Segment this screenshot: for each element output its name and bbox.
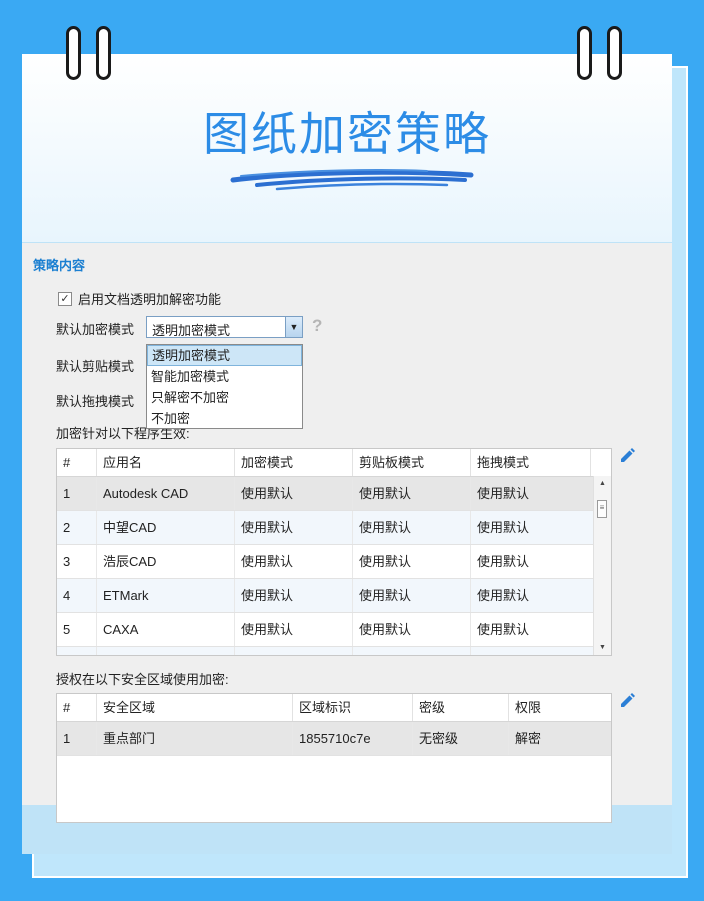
clipboard-mode-label: 默认剪贴模式 xyxy=(56,359,135,374)
policy-panel: 策略内容 ✓ 启用文档透明加解密功能 默认加密模式 透明加密模式 ▼ ? 默认剪… xyxy=(22,243,672,823)
pencil-icon[interactable] xyxy=(618,691,636,709)
table-row[interactable]: 2 中望CAD 使用默认 使用默认 使用默认 xyxy=(57,511,595,545)
table-cell: 使用默认 xyxy=(471,511,595,544)
zones-table: # 安全区域 区域标识 密级 权限 1 重点部门 1855710c7e 无密级 … xyxy=(56,693,612,823)
table-cell: 使用默认 xyxy=(353,613,471,646)
zones-table-body: 1 重点部门 1855710c7e 无密级 解密 xyxy=(57,722,611,756)
section-title: 策略内容 xyxy=(33,258,86,273)
column-header[interactable]: 安全区域 xyxy=(97,694,293,721)
table-cell xyxy=(57,647,97,655)
table-cell: 使用默认 xyxy=(471,545,595,578)
column-header[interactable]: 剪贴板模式 xyxy=(353,449,471,476)
column-header[interactable]: 密级 xyxy=(413,694,509,721)
encrypt-mode-dropdown: 透明加密模式 智能加密模式 只解密不加密 不加密 xyxy=(146,344,303,429)
table-cell: 使用默认 xyxy=(353,545,471,578)
enable-encryption-row[interactable]: ✓ 启用文档透明加解密功能 xyxy=(58,289,221,308)
column-header[interactable]: 拖拽模式 xyxy=(471,449,591,476)
table-cell: 重点部门 xyxy=(97,722,293,755)
binder-ring-icon xyxy=(607,26,622,80)
programs-table-header: # 应用名 加密模式 剪贴板模式 拖拽模式 xyxy=(57,449,611,477)
table-cell xyxy=(97,647,235,655)
table-row[interactable]: 4 ETMark 使用默认 使用默认 使用默认 xyxy=(57,579,595,613)
table-cell: 使用默认 xyxy=(235,579,353,612)
enable-encryption-checkbox[interactable]: ✓ xyxy=(58,291,72,306)
table-cell: 3 xyxy=(57,545,97,578)
scroll-thumb[interactable]: ≡ xyxy=(597,500,607,518)
table-cell xyxy=(353,647,471,655)
binder-ring-icon xyxy=(66,26,81,80)
question-icon[interactable]: ? xyxy=(312,316,322,336)
scroll-up-icon[interactable]: ▲ xyxy=(594,480,611,487)
table-cell xyxy=(471,647,595,655)
zones-label: 授权在以下安全区域使用加密: xyxy=(56,672,229,687)
table-row[interactable]: 3 浩辰CAD 使用默认 使用默认 使用默认 xyxy=(57,545,595,579)
column-header[interactable]: 应用名 xyxy=(97,449,235,476)
column-header[interactable]: # xyxy=(57,449,97,476)
drag-mode-label: 默认拖拽模式 xyxy=(56,394,135,409)
dropdown-option[interactable]: 透明加密模式 xyxy=(147,345,302,366)
column-header[interactable]: 加密模式 xyxy=(235,449,353,476)
table-cell: 使用默认 xyxy=(471,579,595,612)
table-row[interactable]: 5 CAXA 使用默认 使用默认 使用默认 xyxy=(57,613,595,647)
dropdown-option[interactable]: 不加密 xyxy=(147,408,302,429)
triangle-down-icon[interactable]: ▼ xyxy=(285,317,302,337)
dropdown-option[interactable]: 智能加密模式 xyxy=(147,366,302,387)
table-cell: 使用默认 xyxy=(471,477,595,510)
table-row[interactable]: 1 重点部门 1855710c7e 无密级 解密 xyxy=(57,722,611,756)
brush-underline-icon xyxy=(230,169,474,191)
table-cell: 5 xyxy=(57,613,97,646)
zones-table-header: # 安全区域 区域标识 密级 权限 xyxy=(57,694,611,722)
table-cell: 中望CAD xyxy=(97,511,235,544)
table-row[interactable]: 1 Autodesk CAD 使用默认 使用默认 使用默认 xyxy=(57,477,595,511)
table-cell: CAXA xyxy=(97,613,235,646)
programs-table: # 应用名 加密模式 剪贴板模式 拖拽模式 1 Autodesk CAD 使用默… xyxy=(56,448,612,656)
table-cell: 1 xyxy=(57,722,97,755)
binder-ring-icon xyxy=(96,26,111,80)
encrypt-mode-label: 默认加密模式 xyxy=(56,322,135,337)
table-cell: 无密级 xyxy=(413,722,509,755)
table-cell: 使用默认 xyxy=(235,545,353,578)
programs-table-body: 1 Autodesk CAD 使用默认 使用默认 使用默认 2 中望CAD 使用… xyxy=(57,477,595,655)
table-cell: 使用默认 xyxy=(471,613,595,646)
table-cell: 使用默认 xyxy=(235,477,353,510)
table-cell: 使用默认 xyxy=(353,579,471,612)
column-header[interactable]: 区域标识 xyxy=(293,694,413,721)
table-cell: 使用默认 xyxy=(235,613,353,646)
table-row-partial xyxy=(57,647,595,655)
table-cell: 1 xyxy=(57,477,97,510)
table-cell: 4 xyxy=(57,579,97,612)
binder-ring-icon xyxy=(577,26,592,80)
table-cell: 使用默认 xyxy=(353,477,471,510)
table-cell: Autodesk CAD xyxy=(97,477,235,510)
pencil-icon[interactable] xyxy=(618,446,636,464)
card-header: 图纸加密策略 xyxy=(22,54,672,242)
column-header[interactable]: # xyxy=(57,694,97,721)
table-cell: 浩辰CAD xyxy=(97,545,235,578)
table-cell: 2 xyxy=(57,511,97,544)
dropdown-option[interactable]: 只解密不加密 xyxy=(147,387,302,408)
table-cell: ETMark xyxy=(97,579,235,612)
enable-encryption-label: 启用文档透明加解密功能 xyxy=(78,292,222,307)
table-cell: 解密 xyxy=(515,731,542,746)
scroll-down-icon[interactable]: ▼ xyxy=(594,644,611,651)
encrypt-mode-select[interactable]: 透明加密模式 ▼ xyxy=(146,316,303,338)
table-cell xyxy=(235,647,353,655)
programs-scrollbar[interactable]: ▲ ≡ ▼ xyxy=(593,476,611,655)
table-cell: 使用默认 xyxy=(235,511,353,544)
table-cell: 1855710c7e xyxy=(293,722,413,755)
page-title: 图纸加密策略 xyxy=(203,107,491,161)
column-header[interactable]: 权限 xyxy=(509,694,611,721)
table-cell: 使用默认 xyxy=(353,511,471,544)
encrypt-mode-value: 透明加密模式 xyxy=(152,323,231,338)
